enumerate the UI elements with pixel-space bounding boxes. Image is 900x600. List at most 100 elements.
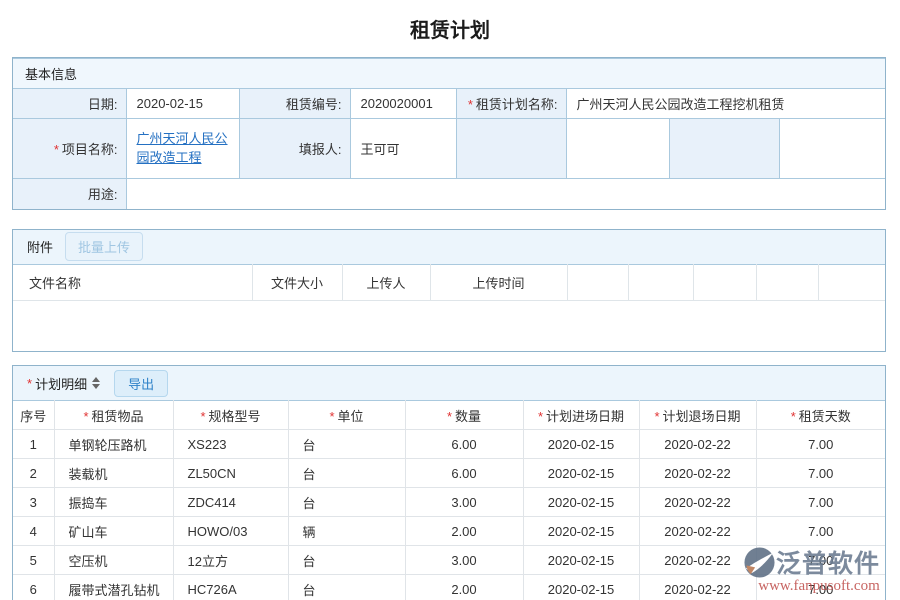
- date-label: 日期:: [13, 89, 126, 119]
- cell-end-date: 2020-02-22: [639, 575, 756, 600]
- rental-plan-page: 租赁计划 基本信息 日期: 2020-02-15 租赁编号: 202002000…: [0, 0, 900, 600]
- basic-info-section: 基本信息 日期: 2020-02-15 租赁编号: 2020020001 *租赁…: [12, 57, 886, 210]
- cell-end-date: 2020-02-22: [639, 459, 756, 488]
- cell-model: ZDC414: [173, 488, 288, 517]
- table-row: 2 装载机 ZL50CN 台 6.00 2020-02-15 2020-02-2…: [13, 459, 885, 488]
- cell-start-date: 2020-02-15: [523, 488, 639, 517]
- plan-name-value: 广州天河人民公园改造工程挖机租赁: [566, 89, 885, 119]
- cell-no: 3: [13, 488, 54, 517]
- cell-days: 7.00: [756, 517, 885, 546]
- empty-header-cell: [567, 264, 628, 300]
- cell-days: 7.00: [756, 546, 885, 575]
- export-button[interactable]: 导出: [114, 370, 168, 397]
- cell-item: 振捣车: [54, 488, 173, 517]
- required-star: *: [538, 409, 543, 424]
- cell-item: 装载机: [54, 459, 173, 488]
- purpose-label: 用途:: [13, 179, 126, 209]
- attachments-header-bar: 附件 批量上传: [13, 230, 885, 264]
- plan-detail-header-bar: * 计划明细 导出: [13, 366, 885, 400]
- cell-no: 2: [13, 459, 54, 488]
- rental-no-value: 2020020001: [350, 89, 456, 119]
- basic-info-section-title: 基本信息: [13, 59, 885, 89]
- required-star: *: [200, 409, 205, 424]
- project-name-label: *项目名称:: [13, 119, 126, 179]
- purpose-value: [126, 179, 885, 209]
- cell-end-date: 2020-02-22: [639, 488, 756, 517]
- cell-item: 履带式潜孔钻机: [54, 575, 173, 600]
- cell-qty: 2.00: [405, 517, 523, 546]
- cell-qty: 6.00: [405, 459, 523, 488]
- required-star: *: [447, 409, 452, 424]
- plan-detail-section: * 计划明细 导出 序号 *租赁物品 *规格型号 *单位 *数量 *计划进场日期…: [12, 365, 886, 600]
- col-end-date: *计划退场日期: [639, 401, 756, 430]
- cell-model: HC726A: [173, 575, 288, 600]
- attachments-empty-body: [13, 300, 885, 351]
- required-star: *: [654, 409, 659, 424]
- col-days: *租赁天数: [756, 401, 885, 430]
- cell-start-date: 2020-02-15: [523, 459, 639, 488]
- required-star: *: [83, 409, 88, 424]
- basic-info-row-2: *项目名称: 广州天河人民公园改造工程 填报人: 王可可: [13, 119, 885, 179]
- cell-unit: 辆: [288, 517, 405, 546]
- plan-detail-section-title: 计划明细: [35, 374, 87, 393]
- table-row: 1 单钢轮压路机 XS223 台 6.00 2020-02-15 2020-02…: [13, 430, 885, 459]
- project-link[interactable]: 广州天河人民公园改造工程: [137, 130, 231, 168]
- col-upload-time: 上传时间: [430, 264, 567, 300]
- required-star: *: [27, 376, 32, 391]
- basic-info-row-3: 用途:: [13, 179, 885, 209]
- table-row: 4 矿山车 HOWO/03 辆 2.00 2020-02-15 2020-02-…: [13, 517, 885, 546]
- cell-days: 7.00: [756, 488, 885, 517]
- plan-detail-header-row: 序号 *租赁物品 *规格型号 *单位 *数量 *计划进场日期 *计划退场日期 *…: [13, 401, 885, 430]
- cell-start-date: 2020-02-15: [523, 575, 639, 600]
- cell-model: HOWO/03: [173, 517, 288, 546]
- plan-detail-table: 序号 *租赁物品 *规格型号 *单位 *数量 *计划进场日期 *计划退场日期 *…: [13, 400, 885, 600]
- cell-model: 12立方: [173, 546, 288, 575]
- empty-label-cell: [669, 119, 779, 179]
- cell-unit: 台: [288, 488, 405, 517]
- empty-header-cell: [818, 264, 885, 300]
- empty-header-cell: [628, 264, 693, 300]
- basic-info-header-row: 基本信息: [13, 59, 885, 89]
- cell-end-date: 2020-02-22: [639, 546, 756, 575]
- cell-days: 7.00: [756, 575, 885, 600]
- cell-end-date: 2020-02-22: [639, 517, 756, 546]
- attachments-table: 文件名称 文件大小 上传人 上传时间: [13, 264, 885, 352]
- cell-item: 单钢轮压路机: [54, 430, 173, 459]
- cell-item: 空压机: [54, 546, 173, 575]
- empty-label-cell: [456, 119, 566, 179]
- cell-qty: 3.00: [405, 546, 523, 575]
- table-row: 3 振捣车 ZDC414 台 3.00 2020-02-15 2020-02-2…: [13, 488, 885, 517]
- col-unit: *单位: [288, 401, 405, 430]
- cell-unit: 台: [288, 430, 405, 459]
- basic-info-table: 基本信息 日期: 2020-02-15 租赁编号: 2020020001 *租赁…: [13, 58, 885, 209]
- empty-header-cell: [756, 264, 818, 300]
- date-value: 2020-02-15: [126, 89, 239, 119]
- cell-model: ZL50CN: [173, 459, 288, 488]
- col-no: 序号: [13, 401, 54, 430]
- required-star: *: [468, 97, 473, 112]
- cell-no: 5: [13, 546, 54, 575]
- attachments-section-title: 附件: [27, 237, 53, 256]
- col-qty: *数量: [405, 401, 523, 430]
- basic-info-row-1: 日期: 2020-02-15 租赁编号: 2020020001 *租赁计划名称:…: [13, 89, 885, 119]
- reporter-label: 填报人:: [239, 119, 350, 179]
- cell-unit: 台: [288, 546, 405, 575]
- batch-upload-button[interactable]: 批量上传: [65, 232, 143, 261]
- required-star: *: [54, 142, 59, 157]
- cell-days: 7.00: [756, 459, 885, 488]
- table-row: 6 履带式潜孔钻机 HC726A 台 2.00 2020-02-15 2020-…: [13, 575, 885, 600]
- page-title: 租赁计划: [0, 0, 900, 57]
- col-model: *规格型号: [173, 401, 288, 430]
- cell-no: 4: [13, 517, 54, 546]
- project-name-value: 广州天河人民公园改造工程: [126, 119, 239, 179]
- cell-start-date: 2020-02-15: [523, 546, 639, 575]
- cell-no: 1: [13, 430, 54, 459]
- cell-no: 6: [13, 575, 54, 600]
- cell-model: XS223: [173, 430, 288, 459]
- cell-item: 矿山车: [54, 517, 173, 546]
- col-start-date: *计划进场日期: [523, 401, 639, 430]
- cell-unit: 台: [288, 575, 405, 600]
- empty-header-cell: [693, 264, 756, 300]
- cell-start-date: 2020-02-15: [523, 430, 639, 459]
- sort-icon[interactable]: [92, 377, 100, 389]
